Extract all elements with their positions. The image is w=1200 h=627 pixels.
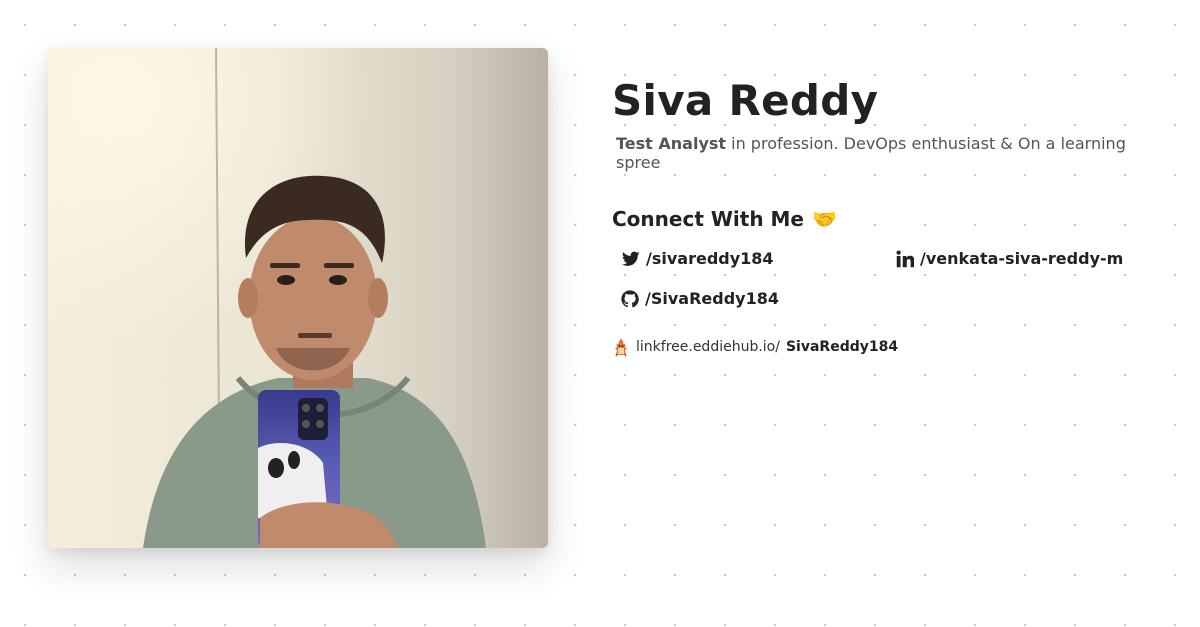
social-link-label: /sivareddy184 (646, 249, 774, 268)
linkedin-icon (896, 250, 914, 267)
social-link-twitter[interactable]: /sivareddy184 (622, 249, 774, 268)
profile-name: Siva Reddy (612, 76, 879, 125)
connect-heading-text: Connect With Me (612, 207, 804, 231)
social-link-label: /venkata-siva-reddy-m (920, 249, 1124, 268)
connect-heading: Connect With Me 🤝 (612, 207, 1152, 231)
social-links: /sivareddy184 /venkata-siva-reddy-m /Siv… (612, 241, 1152, 337)
social-link-github[interactable]: /SivaReddy184 (621, 289, 779, 308)
social-link-label: /SivaReddy184 (645, 289, 779, 308)
twitter-icon (622, 251, 640, 266)
linkfree-prefix: linkfree.eddiehub.io/ (636, 339, 780, 355)
profile-info: Siva Reddy Test Analyst in profession. D… (612, 76, 1152, 357)
linkfree-username: SivaReddy184 (785, 339, 899, 355)
profile-photo-illustration (48, 48, 548, 548)
profile-bio: Test Analyst in profession. DevOps enthu… (616, 134, 1136, 172)
social-link-linkedin[interactable]: /venkata-siva-reddy-m (896, 249, 1123, 268)
profile-photo (48, 48, 548, 548)
handshake-icon: 🤝 (811, 207, 837, 231)
linkfree-mascot-icon (615, 338, 627, 357)
linkfree-link[interactable]: linkfree.eddiehub.io/ SivaReddy184 (612, 337, 1152, 357)
bio-role: Test Analyst (616, 134, 727, 153)
github-icon (621, 289, 639, 307)
